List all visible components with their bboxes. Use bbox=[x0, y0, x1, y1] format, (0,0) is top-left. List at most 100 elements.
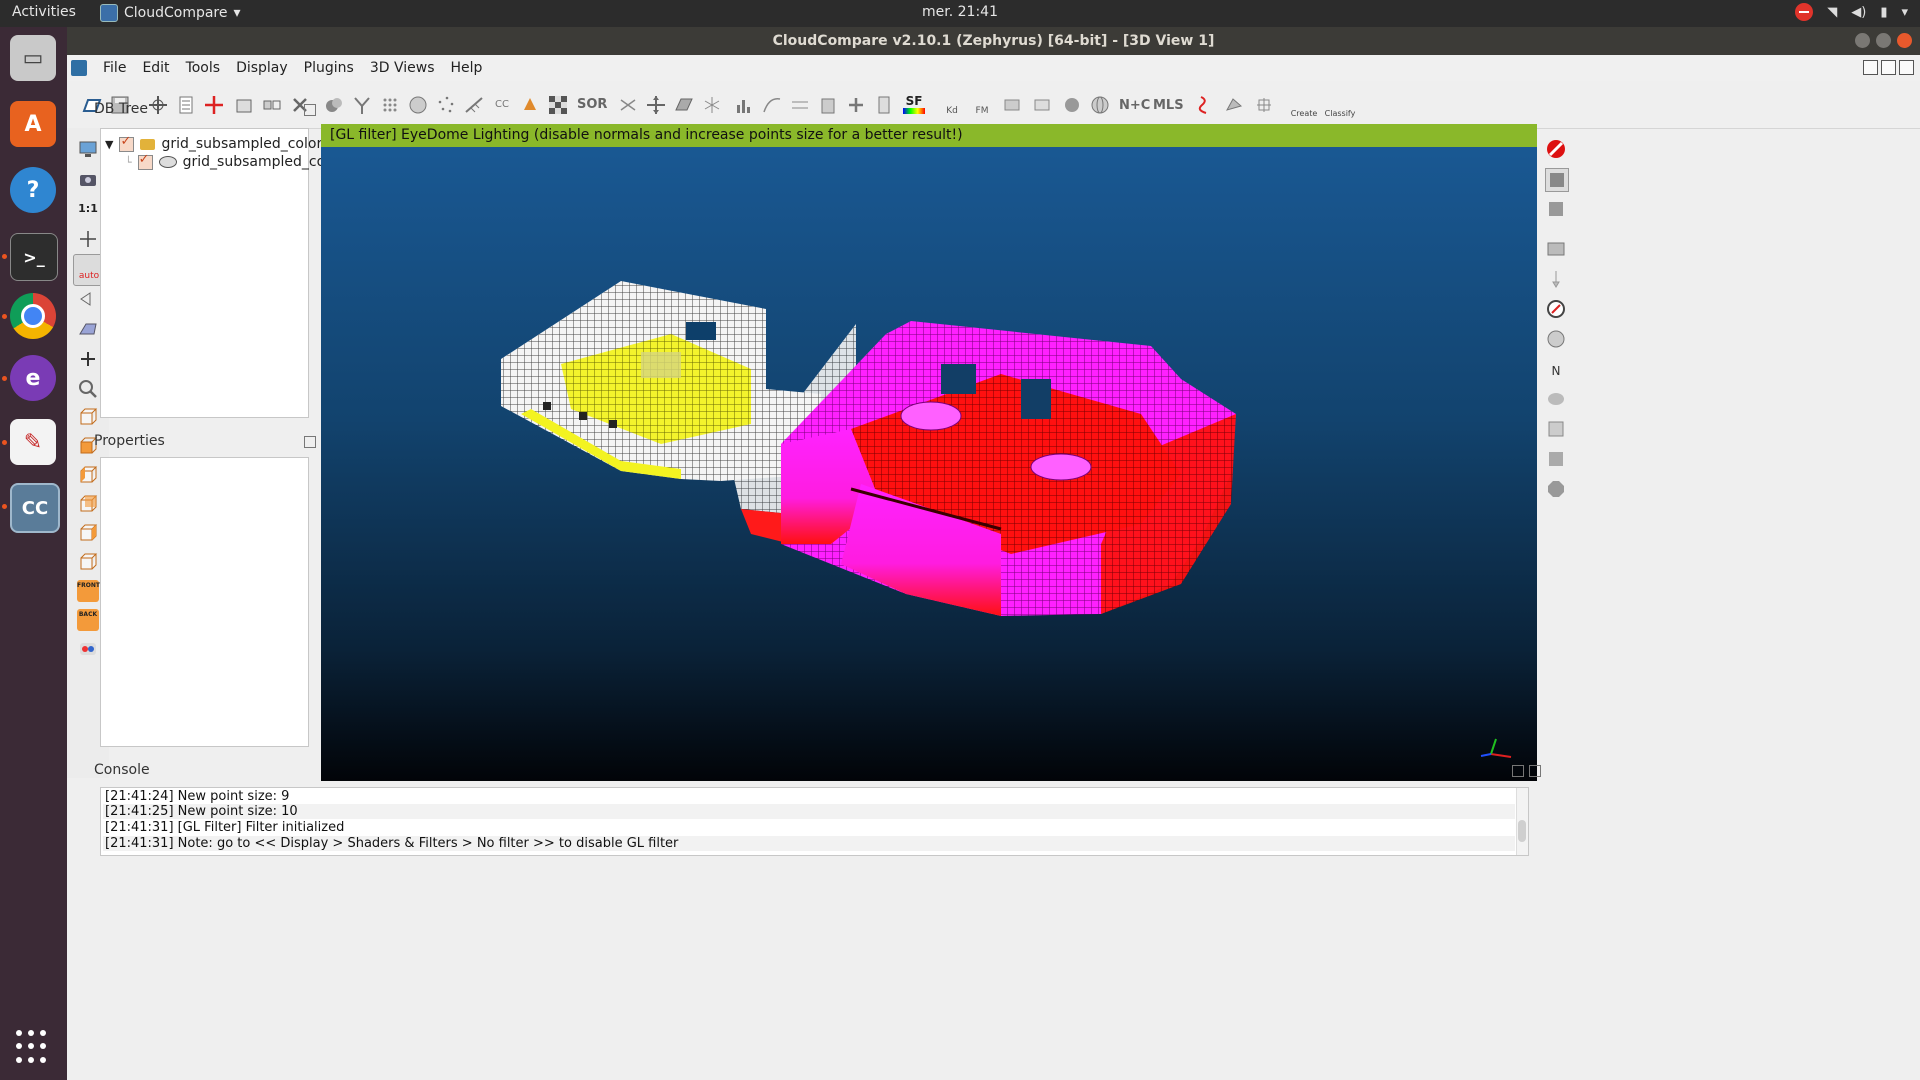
point-pick-icon[interactable] bbox=[203, 94, 225, 116]
bottom-view-icon[interactable] bbox=[77, 551, 99, 573]
show-applications-icon[interactable] bbox=[16, 1030, 50, 1064]
top-view-icon[interactable] bbox=[77, 406, 99, 428]
console-close-button[interactable] bbox=[1529, 765, 1541, 777]
mesh-tool-icon[interactable] bbox=[1545, 418, 1567, 440]
normals-icon[interactable] bbox=[463, 94, 485, 116]
canupo-classify-icon[interactable]: Classify bbox=[1323, 94, 1357, 118]
center-icon[interactable] bbox=[77, 228, 99, 250]
back-iso-view-icon[interactable]: BACK bbox=[77, 609, 99, 631]
chrome-icon[interactable] bbox=[10, 293, 56, 339]
hpr-icon[interactable] bbox=[1031, 94, 1053, 116]
mdi-close-button[interactable] bbox=[1899, 60, 1914, 75]
terminal-icon[interactable]: >_ bbox=[10, 233, 58, 281]
menu-tools[interactable]: Tools bbox=[178, 60, 229, 76]
left-view-icon[interactable] bbox=[77, 464, 99, 486]
chevron-down-icon[interactable]: ▾ bbox=[1901, 5, 1908, 20]
stereo-icon[interactable] bbox=[77, 638, 99, 660]
activities-button[interactable]: Activities bbox=[12, 4, 76, 20]
properties-float-button[interactable] bbox=[304, 436, 316, 448]
subsample-icon[interactable] bbox=[407, 94, 429, 116]
cloudcompare-dock-icon[interactable]: CC bbox=[10, 483, 60, 533]
mdi-restore-button[interactable] bbox=[1881, 60, 1896, 75]
facets-icon[interactable] bbox=[1223, 94, 1245, 116]
rotation-icon[interactable] bbox=[77, 288, 99, 310]
files-icon[interactable]: ▭ bbox=[10, 35, 56, 81]
fast-marching-icon[interactable]: FM bbox=[971, 94, 993, 116]
transform-icon[interactable] bbox=[645, 94, 667, 116]
fullscreen-icon[interactable] bbox=[77, 138, 99, 160]
hpr-tool-icon[interactable] bbox=[1545, 388, 1567, 410]
scrollbar-thumb[interactable] bbox=[1518, 820, 1526, 842]
menu-3d-views[interactable]: 3D Views bbox=[362, 60, 443, 76]
globe-icon[interactable] bbox=[1089, 94, 1111, 116]
plane-icon[interactable] bbox=[673, 94, 695, 116]
menu-plugins[interactable]: Plugins bbox=[296, 60, 362, 76]
db-tree-float-button[interactable] bbox=[304, 104, 316, 116]
scissors-icon[interactable] bbox=[617, 94, 639, 116]
close-button[interactable] bbox=[1897, 33, 1912, 48]
compass-tool-icon[interactable] bbox=[1253, 94, 1275, 116]
merge-icon[interactable] bbox=[351, 94, 373, 116]
cc-icon[interactable]: CC bbox=[491, 94, 513, 116]
front-iso-view-icon[interactable]: FRONT bbox=[77, 580, 100, 602]
mls-icon[interactable]: MLS bbox=[1153, 94, 1184, 116]
kd-tree-icon[interactable]: Kd bbox=[941, 94, 963, 116]
3d-view[interactable]: [GL filter] EyeDome Lighting (disable no… bbox=[321, 124, 1537, 781]
minimize-button[interactable] bbox=[1855, 33, 1870, 48]
pcv-icon[interactable] bbox=[1001, 94, 1023, 116]
film-icon[interactable] bbox=[1545, 238, 1567, 260]
emacs-icon[interactable]: e bbox=[10, 355, 56, 401]
back-view-icon[interactable] bbox=[77, 493, 99, 515]
tree-item-cloud[interactable]: └ grid_subsampled_col... bbox=[125, 152, 342, 171]
camera-icon[interactable] bbox=[77, 168, 99, 190]
ransac-icon[interactable] bbox=[1193, 94, 1215, 116]
histogram-icon[interactable] bbox=[733, 94, 755, 116]
star-icon[interactable] bbox=[701, 94, 723, 116]
ssao-filter-icon[interactable] bbox=[1545, 198, 1567, 220]
add-sf-icon[interactable] bbox=[845, 94, 867, 116]
curve-icon[interactable] bbox=[761, 94, 783, 116]
console-float-button[interactable] bbox=[1512, 765, 1524, 777]
crop-icon[interactable] bbox=[233, 94, 255, 116]
maximize-button[interactable] bbox=[1876, 33, 1891, 48]
translate-rotate-icon[interactable] bbox=[147, 94, 169, 116]
noise-icon[interactable] bbox=[435, 94, 457, 116]
app-menu[interactable]: CloudCompare ▾ bbox=[100, 4, 241, 22]
canupo-create-icon[interactable]: Create bbox=[1289, 94, 1319, 118]
segment-icon[interactable] bbox=[261, 94, 283, 116]
normal-color-icon[interactable]: N+C bbox=[1119, 94, 1150, 116]
pcv-tool-icon[interactable] bbox=[1545, 448, 1567, 470]
checkbox[interactable] bbox=[137, 152, 153, 170]
document-viewer-icon[interactable]: ✎ bbox=[10, 419, 56, 465]
list-icon[interactable] bbox=[175, 94, 197, 116]
help-icon[interactable]: ? bbox=[10, 167, 56, 213]
tree-item-folder[interactable]: ▼ grid_subsampled_colors... bbox=[105, 134, 343, 153]
software-center-icon[interactable]: A bbox=[10, 101, 56, 147]
pin-icon[interactable] bbox=[1545, 268, 1567, 290]
expand-arrow-icon[interactable]: ▼ bbox=[105, 138, 113, 151]
checker-icon[interactable] bbox=[547, 94, 569, 116]
system-tray[interactable]: ◥ ◀) ▮ ▾ bbox=[1795, 3, 1908, 21]
menu-edit[interactable]: Edit bbox=[134, 60, 177, 76]
min-max-icon[interactable] bbox=[789, 94, 811, 116]
console-output[interactable]: [21:41:24] New point size: 9 [21:41:25] … bbox=[100, 787, 1529, 856]
bin-icon[interactable] bbox=[817, 94, 839, 116]
sf-icon[interactable]: SF bbox=[903, 94, 925, 116]
sphere-icon[interactable] bbox=[1061, 94, 1083, 116]
octagon-icon[interactable] bbox=[1545, 478, 1567, 500]
zoom-icon[interactable] bbox=[77, 378, 99, 400]
mdi-minimize-button[interactable] bbox=[1863, 60, 1878, 75]
compass-icon[interactable] bbox=[1545, 298, 1567, 320]
portrait-icon[interactable] bbox=[1545, 328, 1567, 350]
do-not-disturb-icon[interactable] bbox=[1795, 3, 1814, 21]
right-view-icon[interactable] bbox=[77, 522, 99, 544]
clone-icon[interactable] bbox=[323, 94, 345, 116]
edl-filter-icon[interactable] bbox=[1545, 168, 1569, 192]
sor-icon[interactable]: SOR bbox=[577, 94, 607, 116]
zoom-1to1-icon[interactable]: 1:1 bbox=[77, 198, 99, 220]
no-entry-icon[interactable] bbox=[1545, 138, 1567, 160]
menu-help[interactable]: Help bbox=[442, 60, 490, 76]
menu-display[interactable]: Display bbox=[228, 60, 296, 76]
perspective-icon[interactable] bbox=[77, 318, 99, 340]
north-arrow-icon[interactable]: N bbox=[1545, 356, 1567, 378]
